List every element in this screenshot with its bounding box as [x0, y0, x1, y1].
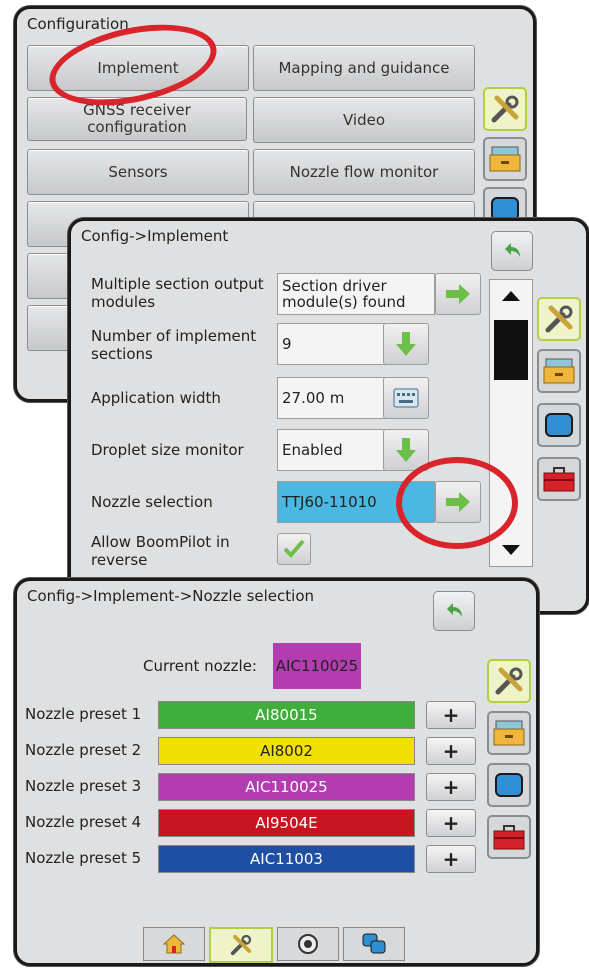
back-arrow-icon	[447, 603, 462, 617]
preset-label: Nozzle preset 3	[25, 777, 142, 795]
width-keyboard-button[interactable]	[383, 377, 429, 419]
scroll-up-button[interactable]	[490, 280, 532, 312]
display-tab[interactable]	[487, 763, 531, 807]
preset-label: Nozzle preset 2	[25, 741, 142, 759]
nozzle-selection-label: Nozzle selection	[91, 493, 213, 511]
home-tab[interactable]	[143, 927, 205, 961]
tools-icon	[491, 95, 519, 123]
keyboard-icon	[393, 388, 419, 408]
sections-value: 9	[277, 323, 385, 365]
nozzle-flow-monitor-button[interactable]: Nozzle flow monitor	[253, 149, 475, 195]
reverse-checkbox[interactable]	[277, 533, 311, 565]
preset-value[interactable]: AI8002	[158, 737, 415, 765]
toolbox-tab[interactable]	[487, 815, 531, 859]
mapping-guidance-button[interactable]: Mapping and guidance	[253, 45, 475, 91]
nozzle-selection-screen: Config->Implement->Nozzle selection Curr…	[14, 578, 539, 966]
nozzle-selection-go-button[interactable]	[435, 481, 481, 523]
right-arrow-icon	[446, 492, 470, 512]
gnss-receiver-button[interactable]: GNSS receiver configuration	[27, 97, 247, 141]
implement-screen: Config->Implement Multiple section outpu…	[68, 218, 589, 614]
camera-icon	[298, 934, 318, 954]
checkmark-icon	[283, 539, 305, 558]
preset-value[interactable]: AIC110025	[158, 773, 415, 801]
implement-button[interactable]: Implement	[27, 45, 249, 91]
display-tab[interactable]	[537, 403, 581, 447]
console-tab[interactable]	[537, 349, 581, 393]
screens-icon	[362, 933, 386, 954]
preset-label: Nozzle preset 1	[25, 705, 142, 723]
screens-tab[interactable]	[343, 927, 405, 961]
page-title: Config->Implement->Nozzle selection	[27, 587, 314, 605]
toolbox-tab[interactable]	[537, 457, 581, 501]
camera-tab[interactable]	[277, 927, 339, 961]
reverse-label: Allow BoomPilot in reverse	[91, 533, 230, 569]
multiple-section-label: Multiple section output modules	[91, 275, 264, 311]
tools-icon	[230, 934, 252, 956]
console-icon	[543, 358, 575, 384]
display-icon	[495, 773, 523, 797]
current-nozzle-label: Current nozzle:	[143, 657, 257, 675]
tools-tab[interactable]	[537, 297, 581, 341]
droplet-dropdown-button[interactable]	[383, 429, 429, 471]
preset-value[interactable]: AI80015	[158, 701, 415, 729]
width-label: Application width	[91, 389, 221, 407]
tools-icon	[495, 667, 523, 695]
page-title: Config->Implement	[81, 227, 229, 245]
console-tab[interactable]	[487, 711, 531, 755]
down-arrow-icon	[396, 438, 416, 462]
home-icon	[163, 934, 185, 954]
up-triangle-icon	[502, 291, 520, 301]
droplet-label: Droplet size monitor	[91, 441, 244, 459]
tools-tab[interactable]	[487, 659, 531, 703]
toolbox-icon	[493, 825, 525, 850]
tools-icon	[545, 305, 573, 333]
page-title: Configuration	[27, 15, 129, 33]
droplet-value: Enabled	[277, 429, 385, 471]
back-arrow-icon	[505, 243, 520, 257]
tools-bottom-tab[interactable]	[209, 927, 273, 963]
sections-label: Number of implement sections	[91, 327, 257, 363]
console-icon	[489, 146, 521, 172]
toolbox-icon	[543, 467, 575, 492]
console-icon	[493, 720, 525, 746]
add-preset-button[interactable]: +	[426, 773, 476, 801]
add-preset-button[interactable]: +	[426, 701, 476, 729]
nozzle-selection-value: TTJ60-11010	[277, 481, 435, 523]
down-arrow-icon	[396, 332, 416, 356]
video-button[interactable]: Video	[253, 97, 475, 143]
sensors-button[interactable]: Sensors	[27, 149, 249, 195]
right-arrow-icon	[446, 284, 470, 304]
preset-label: Nozzle preset 4	[25, 813, 142, 831]
add-preset-button[interactable]: +	[426, 845, 476, 873]
preset-label: Nozzle preset 5	[25, 849, 142, 867]
display-icon	[545, 413, 573, 437]
scrollbar[interactable]	[489, 279, 533, 567]
preset-value[interactable]: AI9504E	[158, 809, 415, 837]
down-triangle-icon	[502, 545, 520, 555]
bottom-tab-bar	[143, 927, 413, 963]
scroll-thumb[interactable]	[494, 320, 528, 380]
tools-tab[interactable]	[483, 87, 527, 131]
add-preset-button[interactable]: +	[426, 809, 476, 837]
back-button[interactable]	[491, 231, 533, 271]
sections-dropdown-button[interactable]	[383, 323, 429, 365]
current-nozzle-value: AIC110025	[273, 643, 361, 689]
back-button[interactable]	[433, 591, 475, 631]
multiple-section-go-button[interactable]	[435, 273, 481, 315]
preset-value[interactable]: AIC11003	[158, 845, 415, 873]
scroll-down-button[interactable]	[490, 534, 532, 566]
add-preset-button[interactable]: +	[426, 737, 476, 765]
width-value: 27.00 m	[277, 377, 385, 419]
console-tab[interactable]	[483, 137, 527, 181]
multiple-section-value: Section driver module(s) found	[277, 273, 435, 315]
